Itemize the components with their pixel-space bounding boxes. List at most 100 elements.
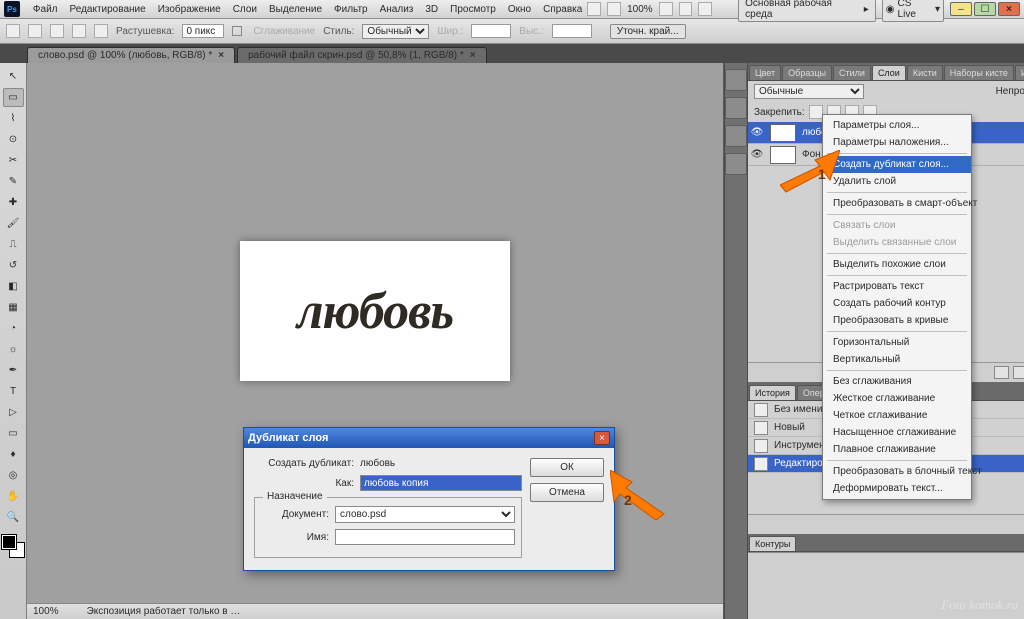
move-tool[interactable]: ↖ [3,67,24,86]
marquee-mode-add[interactable] [50,24,64,38]
tab-paths[interactable]: Контуры [749,536,796,551]
visibility-icon[interactable]: 👁 [748,127,766,138]
3d-tool[interactable]: ♦ [3,445,24,464]
link-layers-icon[interactable] [994,366,1009,379]
close-tab-icon[interactable]: × [218,50,224,61]
window-minimize[interactable]: – [950,2,972,16]
collapsed-panel-icon[interactable] [725,97,747,119]
menu-анализ[interactable]: Анализ [375,2,419,17]
ctx-item[interactable]: Плавное сглаживание [823,441,971,458]
path-select-tool[interactable]: ▷ [3,403,24,422]
eyedropper-tool[interactable]: ✎ [3,172,24,191]
layer-thumb[interactable]: T [770,124,796,142]
blur-tool[interactable]: ◔ [3,319,24,338]
zoom-status[interactable]: 100% [33,606,59,617]
as-name-input[interactable] [360,475,522,491]
cslive-button[interactable]: ◉ CS Live ▾ [882,0,944,22]
ctx-item[interactable]: Горизонтальный [823,334,971,351]
marquee-mode-new[interactable] [28,24,42,38]
history-brush-tool[interactable]: ↺ [3,256,24,275]
lasso-tool[interactable]: ⌇ [3,109,24,128]
menu-изображение[interactable]: Изображение [153,2,226,17]
panel-tab[interactable]: Цвет [749,65,781,80]
color-swatches[interactable] [2,535,24,557]
ctx-item[interactable]: Параметры наложения... [823,134,971,151]
ctx-item[interactable]: Насыщенное сглаживание [823,424,971,441]
ctx-item[interactable]: Создать рабочий контур [823,295,971,312]
menu-окно[interactable]: Окно [503,2,536,17]
workspace-switcher[interactable]: Основная рабочая среда▸ [738,0,876,22]
feather-input[interactable] [182,24,224,38]
menu-справка[interactable]: Справка [538,2,587,17]
layer-style-icon[interactable] [1013,366,1024,379]
close-tab-icon[interactable]: × [470,50,476,61]
launch-bridge-icon[interactable] [587,2,601,16]
ctx-item[interactable]: Параметры слоя... [823,117,971,134]
menu-редактирование[interactable]: Редактирование [65,2,151,17]
eraser-tool[interactable]: ◧ [3,277,24,296]
ok-button[interactable]: ОК [530,458,604,477]
ctx-item[interactable]: Преобразовать в смарт-объект [823,195,971,212]
panel-tab[interactable]: Стили [833,65,871,80]
cancel-button[interactable]: Отмена [530,483,604,502]
zoom-display[interactable]: 100% [627,4,653,15]
ctx-item[interactable]: Деформировать текст... [823,480,971,497]
document-tab[interactable]: слово.psd @ 100% (любовь, RGB/8) *× [27,47,235,63]
crop-tool[interactable]: ✂ [3,151,24,170]
panel-tab[interactable]: Источник кло [1015,65,1024,80]
view-extras-icon[interactable] [659,2,673,16]
lock-transparent-icon[interactable] [809,105,823,119]
blend-mode-select[interactable]: Обычные [754,84,864,99]
hand-tool[interactable]: ✋ [3,487,24,506]
zoom-tool[interactable]: 🔍 [3,508,24,527]
dest-doc-select[interactable]: слово.psd [335,506,515,523]
style-select[interactable]: Обычный [362,24,429,39]
stamp-tool[interactable]: ⎍ [3,235,24,254]
ctx-item[interactable]: Удалить слой [823,173,971,190]
arrange-docs-icon[interactable] [679,2,693,16]
ctx-item[interactable]: Без сглаживания [823,373,971,390]
type-tool[interactable]: T [3,382,24,401]
marquee-tool[interactable]: ▭ [3,88,24,107]
dialog-close[interactable]: × [594,431,610,445]
panel-tab[interactable]: Наборы кисте [944,65,1014,80]
ctx-item[interactable]: Преобразовать в блочный текст [823,463,971,480]
refine-edge-button[interactable]: Уточн. край... [610,24,686,39]
gradient-tool[interactable]: ▦ [3,298,24,317]
brush-tool[interactable]: 🖌 [3,214,24,233]
panel-tab[interactable]: Слои [872,65,906,80]
fg-color[interactable] [2,535,16,549]
document-canvas[interactable]: любовь [240,241,510,381]
launch-minibridge-icon[interactable] [607,2,621,16]
window-maximize[interactable]: ☐ [974,2,996,16]
ctx-item[interactable]: Вертикальный [823,351,971,368]
screen-mode-icon[interactable] [698,2,712,16]
quickselect-tool[interactable]: ⊙ [3,130,24,149]
dialog-titlebar[interactable]: Дубликат слоя × [244,428,614,448]
menu-файл[interactable]: Файл [28,2,63,17]
history-tab[interactable]: История [749,385,796,400]
ctx-item[interactable]: Создать дубликат слоя... [823,156,971,173]
panel-tab[interactable]: Образцы [782,65,832,80]
menu-фильтр[interactable]: Фильтр [329,2,373,17]
dodge-tool[interactable]: ☼ [3,340,24,359]
menu-3d[interactable]: 3D [420,2,443,17]
marquee-mode-sub[interactable] [72,24,86,38]
collapsed-panel-icon[interactable] [725,153,747,175]
visibility-icon[interactable]: 👁 [748,149,766,160]
healing-tool[interactable]: ✚ [3,193,24,212]
panel-tab[interactable]: Кисти [907,65,943,80]
ctx-item[interactable]: Четкое сглаживание [823,407,971,424]
3d-camera-tool[interactable]: ◎ [3,466,24,485]
ctx-item[interactable]: Преобразовать в кривые [823,312,971,329]
collapsed-panel-icon[interactable] [725,125,747,147]
ctx-item[interactable]: Растрировать текст [823,278,971,295]
antialias-checkbox[interactable] [232,26,242,36]
menu-просмотр[interactable]: Просмотр [445,2,501,17]
tool-preset-icon[interactable] [6,24,20,38]
document-tab[interactable]: рабочий файл скрин.psd @ 50,8% (1, RGB/8… [237,47,486,63]
window-close[interactable]: × [998,2,1020,16]
ctx-item[interactable]: Выделить похожие слои [823,256,971,273]
ctx-item[interactable]: Жесткое сглаживание [823,390,971,407]
menu-слои[interactable]: Слои [228,2,262,17]
